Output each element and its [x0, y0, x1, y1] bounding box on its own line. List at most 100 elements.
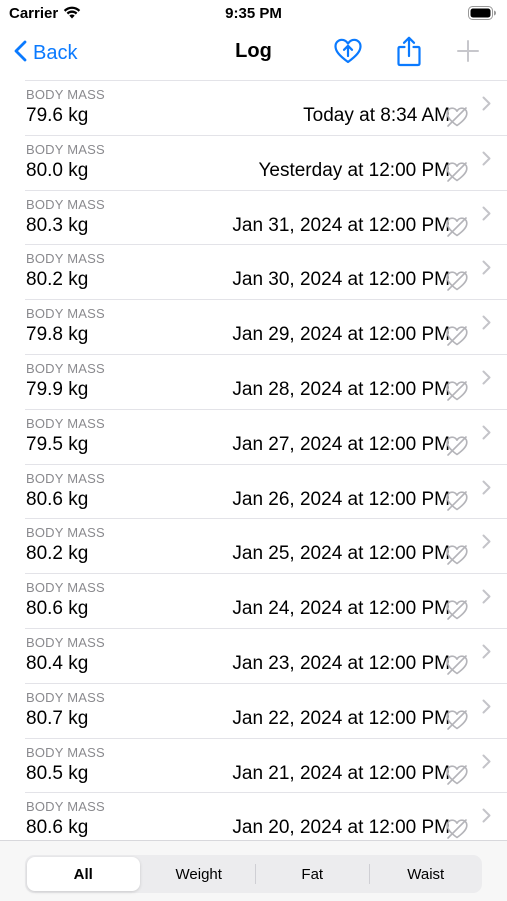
add-button[interactable]: [451, 36, 485, 70]
heart-slash-icon: [445, 654, 469, 681]
heart-slash-icon: [445, 490, 469, 517]
entry-category: BODY MASS: [26, 634, 105, 650]
heart-slash-icon: [445, 544, 469, 571]
log-entry-row[interactable]: BODY MASS 80.2 kg Jan 30, 2024 at 12:00 …: [25, 245, 507, 301]
entry-date: Yesterday at 12:00 PM: [258, 159, 450, 181]
chevron-right-icon: [482, 589, 491, 609]
entry-date: Jan 20, 2024 at 12:00 PM: [232, 817, 450, 839]
entry-value: 80.7 kg: [26, 707, 89, 729]
heart-slash-icon: [445, 216, 469, 243]
heart-slash-icon: [445, 435, 469, 462]
entry-value: 79.9 kg: [26, 378, 89, 400]
entry-date: Today at 8:34 AM: [303, 105, 450, 126]
entry-category: BODY MASS: [26, 799, 105, 815]
entry-category: BODY MASS: [26, 689, 105, 705]
chevron-right-icon: [482, 315, 491, 335]
chevron-right-icon: [482, 808, 491, 828]
log-entry-row[interactable]: BODY MASS 80.5 kg Jan 21, 2024 at 12:00 …: [25, 739, 507, 794]
heart-slash-icon: [445, 270, 469, 297]
heart-slash-icon: [445, 764, 469, 791]
entry-value: 80.2 kg: [26, 269, 89, 291]
entry-value: 80.4 kg: [26, 652, 89, 674]
heart-slash-icon: [445, 106, 469, 133]
chevron-right-icon: [482, 151, 491, 171]
filter-segmented-control: All Weight Fat Waist: [25, 855, 482, 893]
log-entry-row[interactable]: BODY MASS 80.2 kg Jan 25, 2024 at 12:00 …: [25, 519, 507, 575]
log-entry-row[interactable]: BODY MASS 80.0 kg Yesterday at 12:00 PM: [25, 136, 507, 191]
chevron-right-icon: [482, 96, 491, 116]
entry-category: BODY MASS: [26, 415, 105, 431]
segment-waist[interactable]: Waist: [370, 855, 483, 893]
status-bar: Carrier 9:35 PM: [0, 0, 507, 28]
entry-value: 79.5 kg: [26, 433, 89, 455]
share-button[interactable]: [392, 36, 426, 70]
page-title: Log: [235, 40, 272, 62]
chevron-right-icon: [482, 534, 491, 554]
entry-date: Jan 21, 2024 at 12:00 PM: [232, 762, 450, 784]
entry-category: BODY MASS: [26, 306, 105, 322]
log-entry-row[interactable]: BODY MASS 79.6 kg Today at 8:34 AM: [25, 80, 507, 136]
entry-value: 80.5 kg: [26, 762, 89, 784]
entry-category: BODY MASS: [26, 196, 105, 212]
entry-date: Jan 28, 2024 at 12:00 PM: [232, 378, 450, 400]
chevron-right-icon: [482, 754, 491, 774]
entry-date: Jan 29, 2024 at 12:00 PM: [232, 324, 450, 346]
entry-category: BODY MASS: [26, 87, 105, 102]
entry-category: BODY MASS: [26, 580, 105, 596]
chevron-right-icon: [482, 370, 491, 390]
entry-category: BODY MASS: [26, 470, 105, 486]
health-upload-button[interactable]: [331, 36, 365, 70]
heart-slash-icon: [445, 380, 469, 407]
segment-all[interactable]: All: [27, 857, 140, 891]
entry-category: BODY MASS: [26, 744, 105, 760]
chevron-right-icon: [482, 206, 491, 226]
entry-value: 80.6 kg: [26, 817, 89, 839]
battery-icon: [468, 6, 497, 25]
share-icon: [396, 35, 422, 72]
heart-slash-icon: [445, 161, 469, 188]
entry-date: Jan 27, 2024 at 12:00 PM: [232, 433, 450, 455]
log-entry-row[interactable]: BODY MASS 79.8 kg Jan 29, 2024 at 12:00 …: [25, 300, 507, 355]
navigation-bar: Back Log: [0, 28, 507, 78]
log-entry-row[interactable]: BODY MASS 80.7 kg Jan 22, 2024 at 12:00 …: [25, 684, 507, 739]
log-entry-row[interactable]: BODY MASS 80.6 kg Jan 26, 2024 at 12:00 …: [25, 465, 507, 520]
entry-category: BODY MASS: [26, 360, 105, 376]
segment-fat[interactable]: Fat: [256, 855, 369, 893]
entry-value: 80.2 kg: [26, 543, 89, 565]
log-entry-list: BODY MASS 79.6 kg Today at 8:34 AM BODY …: [0, 80, 507, 849]
chevron-right-icon: [482, 644, 491, 664]
heart-slash-icon: [445, 709, 469, 736]
entry-date: Jan 23, 2024 at 12:00 PM: [232, 652, 450, 674]
entry-category: BODY MASS: [26, 141, 105, 157]
entry-value: 80.0 kg: [26, 159, 89, 181]
entry-date: Jan 30, 2024 at 12:00 PM: [232, 269, 450, 291]
heart-upload-icon: [333, 37, 363, 70]
chevron-right-icon: [482, 480, 491, 500]
chevron-right-icon: [482, 425, 491, 445]
entry-category: BODY MASS: [26, 525, 105, 541]
entry-value: 79.8 kg: [26, 324, 89, 346]
entry-date: Jan 25, 2024 at 12:00 PM: [232, 543, 450, 565]
chevron-right-icon: [482, 260, 491, 280]
entry-date: Jan 31, 2024 at 12:00 PM: [232, 214, 450, 236]
log-entry-row[interactable]: BODY MASS 79.9 kg Jan 28, 2024 at 12:00 …: [25, 355, 507, 410]
entry-category: BODY MASS: [26, 251, 105, 267]
entry-date: Jan 24, 2024 at 12:00 PM: [232, 598, 450, 620]
log-entry-row[interactable]: BODY MASS 80.4 kg Jan 23, 2024 at 12:00 …: [25, 629, 507, 684]
status-time: 9:35 PM: [225, 5, 282, 22]
entry-value: 79.6 kg: [26, 105, 89, 126]
heart-slash-icon: [445, 325, 469, 352]
chevron-right-icon: [482, 699, 491, 719]
entry-value: 80.6 kg: [26, 598, 89, 620]
heart-slash-icon: [445, 599, 469, 626]
log-entry-row[interactable]: BODY MASS 80.3 kg Jan 31, 2024 at 12:00 …: [25, 191, 507, 246]
entry-date: Jan 26, 2024 at 12:00 PM: [232, 488, 450, 510]
entry-value: 80.6 kg: [26, 488, 89, 510]
log-entry-row[interactable]: BODY MASS 80.6 kg Jan 24, 2024 at 12:00 …: [25, 574, 507, 629]
entry-value: 80.3 kg: [26, 214, 89, 236]
segment-weight[interactable]: Weight: [143, 855, 256, 893]
bottom-toolbar: All Weight Fat Waist: [0, 840, 507, 901]
log-entry-row[interactable]: BODY MASS 79.5 kg Jan 27, 2024 at 12:00 …: [25, 410, 507, 465]
plus-icon: [456, 39, 480, 68]
entry-date: Jan 22, 2024 at 12:00 PM: [232, 707, 450, 729]
